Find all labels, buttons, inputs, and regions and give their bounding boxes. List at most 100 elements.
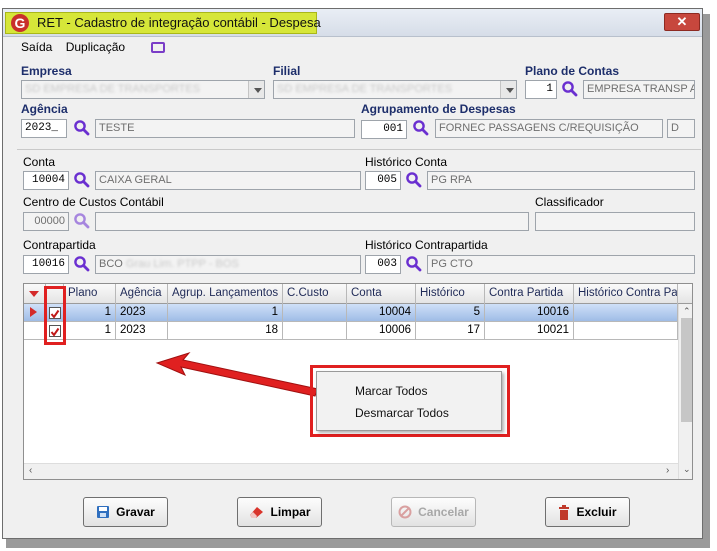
cell-ccusto xyxy=(283,304,347,322)
dropdown-icon xyxy=(506,88,514,93)
row-indicator xyxy=(24,304,46,322)
separator xyxy=(17,149,701,150)
filial-select[interactable]: SD EMPRESA DE TRANSPORTES xyxy=(273,80,517,99)
hist-conta-label: Histórico Conta xyxy=(365,155,448,169)
search-icon[interactable] xyxy=(73,119,91,137)
contrapartida-desc-text: BCO xyxy=(99,258,123,270)
agencia-desc: TESTE xyxy=(95,119,355,138)
menu-duplicacao[interactable]: Duplicação xyxy=(66,40,125,54)
cell-agencia: 2023 xyxy=(116,322,168,340)
search-icon[interactable] xyxy=(405,255,423,273)
contrapartida-label: Contrapartida xyxy=(23,238,96,252)
eraser-icon xyxy=(250,507,264,518)
agencia-input[interactable]: 2023_ xyxy=(21,119,67,138)
window-title: RET - Cadastro de integração contábil - … xyxy=(37,15,321,30)
vertical-scrollbar[interactable]: ⌃ ⌄ xyxy=(678,304,692,479)
menu-item-desmarcar-todos[interactable]: Desmarcar Todos xyxy=(355,406,449,420)
empresa-label: Empresa xyxy=(21,64,72,78)
app-window: G RET - Cadastro de integração contábil … xyxy=(2,8,703,539)
menu-bar: Saída Duplicação xyxy=(21,40,165,56)
plano-desc: EMPRESA TRANSP A xyxy=(583,80,695,99)
save-icon xyxy=(97,506,110,518)
scroll-up-icon[interactable]: ⌃ xyxy=(683,306,691,317)
menu-item-marcar-todos[interactable]: Marcar Todos xyxy=(355,384,427,398)
scroll-left-icon[interactable]: ‹ xyxy=(29,465,32,476)
table-row[interactable]: 1 2023 18 10006 17 10021 xyxy=(24,322,692,340)
annotation-checkbox-highlight xyxy=(44,286,66,345)
agencia-label: Agência xyxy=(21,102,68,116)
agrup-extra: D xyxy=(667,119,695,138)
empresa-select[interactable]: SD EMPRESA DE TRANSPORTES xyxy=(21,80,265,99)
cell-hist-contra xyxy=(574,304,678,322)
excluir-label: Excluir xyxy=(576,505,617,519)
excluir-button[interactable]: Excluir xyxy=(545,497,630,527)
classificador-label: Classificador xyxy=(535,195,604,209)
cell-contra: 10016 xyxy=(485,304,574,322)
table-row[interactable]: 1 2023 1 10004 5 10016 xyxy=(24,304,692,322)
cell-historico: 17 xyxy=(416,322,485,340)
sort-indicator[interactable] xyxy=(24,284,46,304)
cell-agrup: 1 xyxy=(168,304,283,322)
search-icon[interactable] xyxy=(561,80,579,98)
agrup-desc: FORNEC PASSAGENS C/REQUISIÇÃO xyxy=(435,119,663,138)
cancelar-button[interactable]: Cancelar xyxy=(391,497,476,527)
row-indicator xyxy=(24,322,46,340)
cell-plano: 1 xyxy=(64,322,116,340)
col-hist-contra[interactable]: Histórico Contra Parti xyxy=(574,284,678,304)
scroll-down-icon[interactable]: ⌄ xyxy=(683,464,691,475)
gravar-button[interactable]: Gravar xyxy=(83,497,168,527)
menu-saida[interactable]: Saída xyxy=(21,40,52,54)
limpar-label: Limpar xyxy=(270,505,311,519)
col-plano[interactable]: Plano xyxy=(64,284,116,304)
cell-ccusto xyxy=(283,322,347,340)
ccusto-input[interactable]: 00000 xyxy=(23,212,69,231)
cell-conta: 10004 xyxy=(347,304,416,322)
title-bar: G RET - Cadastro de integração contábil … xyxy=(3,9,702,37)
current-row-icon xyxy=(30,307,37,317)
search-icon[interactable] xyxy=(73,255,91,273)
limpar-button[interactable]: Limpar xyxy=(237,497,322,527)
col-historico[interactable]: Histórico xyxy=(416,284,485,304)
grid-header: Plano Agência Agrup. Lançamentos C.Custo… xyxy=(24,284,692,304)
contrapartida-input[interactable]: 10016 xyxy=(23,255,69,274)
cancel-icon xyxy=(398,505,412,519)
col-agencia[interactable]: Agência xyxy=(116,284,168,304)
hist-contra-input[interactable]: 003 xyxy=(365,255,401,274)
cell-agrup: 18 xyxy=(168,322,283,340)
cell-conta: 10006 xyxy=(347,322,416,340)
cell-plano: 1 xyxy=(64,304,116,322)
col-conta[interactable]: Conta xyxy=(347,284,416,304)
col-agrup[interactable]: Agrup. Lançamentos xyxy=(168,284,283,304)
search-icon[interactable] xyxy=(412,119,430,137)
cell-contra: 10021 xyxy=(485,322,574,340)
classificador-input xyxy=(535,212,695,231)
context-menu: Marcar Todos Desmarcar Todos xyxy=(316,371,502,431)
contrapartida-desc: BCO Grau Lim. PTPP - BOS xyxy=(95,255,361,274)
ccusto-label: Centro de Custos Contábil xyxy=(23,195,164,209)
cancelar-label: Cancelar xyxy=(418,505,469,519)
horizontal-scrollbar[interactable]: ‹ › xyxy=(24,463,678,479)
gravar-label: Gravar xyxy=(116,505,155,519)
close-button[interactable]: ✕ xyxy=(664,13,700,31)
col-contra-partida[interactable]: Contra Partida xyxy=(485,284,574,304)
cell-historico: 5 xyxy=(416,304,485,322)
search-icon[interactable] xyxy=(405,171,423,189)
plano-label: Plano de Contas xyxy=(525,64,620,78)
cell-agencia: 2023 xyxy=(116,304,168,322)
hist-contra-label: Histórico Contrapartida xyxy=(365,238,488,252)
search-icon xyxy=(74,213,90,229)
scroll-right-icon[interactable]: › xyxy=(666,465,669,476)
agrup-label: Agrupamento de Despesas xyxy=(361,102,516,116)
search-icon[interactable] xyxy=(73,171,91,189)
conta-input[interactable]: 10004 xyxy=(23,171,69,190)
hist-conta-input[interactable]: 005 xyxy=(365,171,401,190)
agrup-input[interactable]: 001 xyxy=(361,120,407,139)
plano-input[interactable]: 1 xyxy=(525,80,557,99)
hist-contra-desc: PG CTO xyxy=(427,255,695,274)
screen-icon[interactable] xyxy=(151,42,165,53)
ccusto-desc xyxy=(95,212,529,231)
conta-desc: CAIXA GERAL xyxy=(95,171,361,190)
col-ccusto[interactable]: C.Custo xyxy=(283,284,347,304)
dropdown-icon xyxy=(254,88,262,93)
scroll-thumb[interactable] xyxy=(681,318,692,422)
